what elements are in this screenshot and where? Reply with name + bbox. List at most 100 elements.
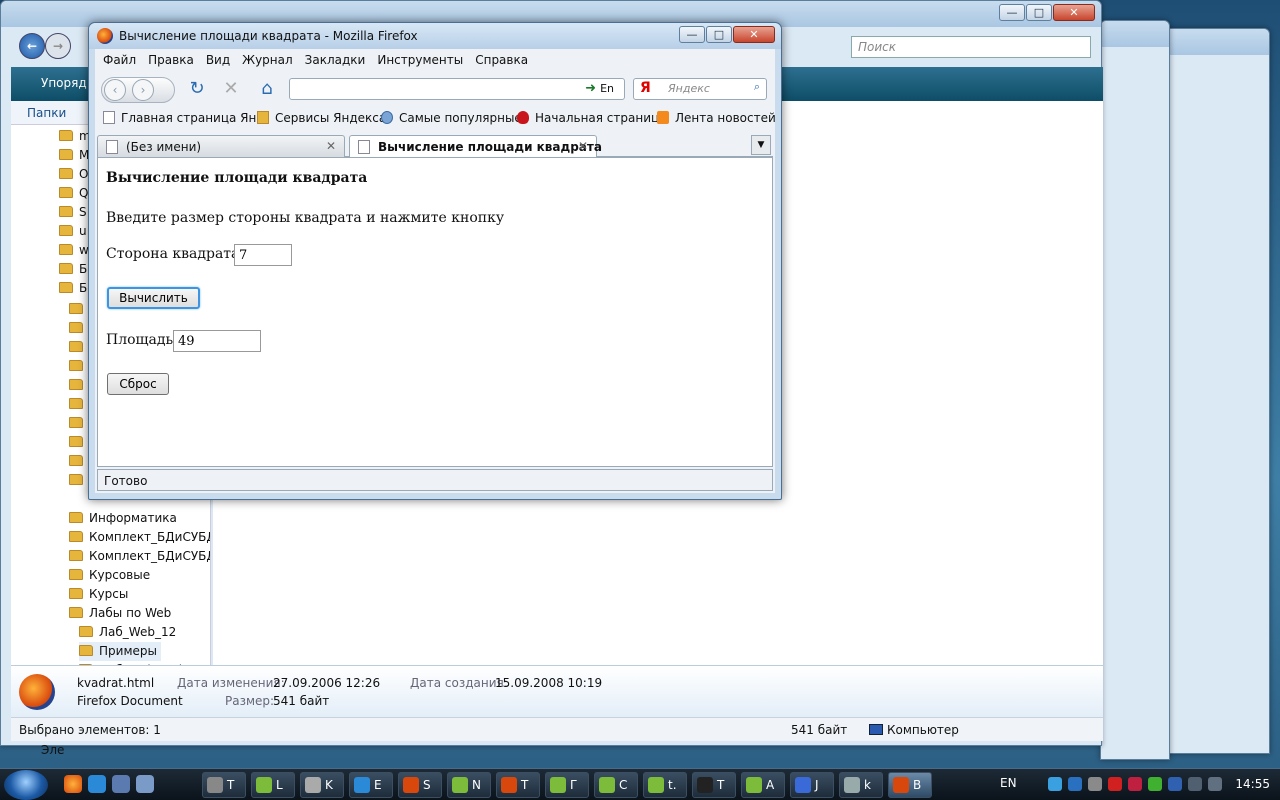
folder-icon[interactable]: [69, 455, 83, 466]
tree-item[interactable]: M: [59, 146, 89, 165]
tree-item[interactable]: Курсовые: [69, 566, 150, 585]
taskbar-button[interactable]: S: [398, 772, 442, 798]
tree-item[interactable]: Примеры: [79, 642, 161, 661]
back-arrow-icon[interactable]: ‹: [104, 79, 126, 101]
bookmark-news-feed[interactable]: Лента новостей: [657, 111, 776, 125]
ie-quicklaunch-icon[interactable]: [88, 775, 106, 793]
folder-icon[interactable]: [69, 398, 83, 409]
taskbar-button[interactable]: N: [447, 772, 491, 798]
menu-item[interactable]: Файл: [103, 53, 136, 67]
folder-icon[interactable]: [69, 322, 83, 333]
tree-item[interactable]: S: [59, 203, 87, 222]
search-icon[interactable]: ⌕: [754, 80, 760, 94]
folder-icon[interactable]: [69, 341, 83, 352]
update-icon[interactable]: [1068, 777, 1082, 791]
area-output[interactable]: [173, 330, 261, 352]
tray-icon[interactable]: [1088, 777, 1102, 791]
folder-icon[interactable]: [69, 436, 83, 447]
taskbar-button[interactable]: J: [790, 772, 834, 798]
tree-item[interactable]: O: [59, 165, 88, 184]
forward-arrow-icon[interactable]: →: [45, 33, 71, 59]
list-all-tabs-icon[interactable]: ▼: [751, 135, 771, 155]
tab-close-icon[interactable]: ✕: [578, 139, 588, 153]
tree-item[interactable]: m: [59, 127, 91, 146]
taskbar-button[interactable]: L: [251, 772, 295, 798]
tree-item[interactable]: Информатика: [69, 509, 177, 528]
tree-item[interactable]: u: [59, 222, 87, 241]
firefox-quicklaunch-icon[interactable]: [64, 775, 82, 793]
tray-icon-2[interactable]: [1168, 777, 1182, 791]
background-window-2[interactable]: [1100, 20, 1170, 760]
taskbar-button[interactable]: K: [300, 772, 344, 798]
antivirus-icon[interactable]: [1108, 777, 1122, 791]
network-icon[interactable]: [1048, 777, 1062, 791]
tree-item[interactable]: Комплект_БДиСУБД: [69, 528, 210, 547]
stop-icon[interactable]: ✕: [219, 77, 243, 101]
taskbar-button[interactable]: A: [741, 772, 785, 798]
bookmark-most-popular[interactable]: Самые популярные: [381, 111, 522, 125]
taskbar-button[interactable]: t.: [643, 772, 687, 798]
tab-close-icon[interactable]: ✕: [326, 139, 336, 153]
menu-item[interactable]: Журнал: [242, 53, 293, 67]
folder-icon[interactable]: [69, 303, 83, 314]
maximize-icon[interactable]: □: [706, 26, 732, 43]
back-arrow-icon[interactable]: ←: [19, 33, 45, 59]
tree-item[interactable]: Q: [59, 184, 88, 203]
firefox-window[interactable]: Вычисление площади квадрата - Mozilla Fi…: [88, 22, 782, 500]
tree-item[interactable]: Комплект_БДиСУБД: [69, 547, 210, 566]
organize-button[interactable]: Упоряд: [41, 76, 87, 90]
check-icon[interactable]: [1148, 777, 1162, 791]
close-icon[interactable]: ✕: [1053, 4, 1095, 21]
forward-arrow-icon[interactable]: ›: [132, 79, 154, 101]
bookmark-start-page[interactable]: Начальная страница: [517, 111, 667, 125]
folder-icon[interactable]: [69, 474, 83, 485]
maximize-icon[interactable]: □: [1026, 4, 1052, 21]
usb-icon[interactable]: [1188, 777, 1202, 791]
taskbar-button[interactable]: T: [692, 772, 736, 798]
taskbar-button[interactable]: T: [496, 772, 540, 798]
reset-button[interactable]: Сброс: [107, 373, 169, 395]
taskbar-button[interactable]: E: [349, 772, 393, 798]
taskbar-button[interactable]: k: [839, 772, 883, 798]
clock[interactable]: 14:55: [1235, 777, 1270, 791]
side-input[interactable]: [234, 244, 292, 266]
yandex-search-input[interactable]: Я Яндекс ⌕: [633, 78, 767, 100]
menu-item[interactable]: Закладки: [305, 53, 366, 67]
bookmark-yandex-home[interactable]: Главная страница Ян...: [103, 111, 268, 125]
folder-icon[interactable]: [69, 417, 83, 428]
tree-item[interactable]: Лабы по Web: [69, 604, 171, 623]
minimize-icon[interactable]: —: [999, 4, 1025, 21]
menu-item[interactable]: Справка: [475, 53, 528, 67]
taskbar-button[interactable]: Г: [545, 772, 589, 798]
home-icon[interactable]: ⌂: [255, 77, 279, 101]
tree-item[interactable]: w: [59, 241, 89, 260]
start-button-icon[interactable]: [4, 770, 48, 800]
volume-icon[interactable]: [1208, 777, 1222, 791]
tab-square-area[interactable]: Вычисление площади квадрата ✕: [349, 135, 602, 158]
folder-icon[interactable]: [69, 360, 83, 371]
tree-item[interactable]: Лаб_Web_12: [79, 623, 176, 642]
taskbar-button[interactable]: T: [202, 772, 246, 798]
reload-icon[interactable]: ↻: [185, 77, 209, 101]
address-bar[interactable]: ➜ En: [289, 78, 625, 100]
taskbar-button[interactable]: C: [594, 772, 638, 798]
taskbar-button[interactable]: B: [888, 772, 932, 798]
menu-item[interactable]: Вид: [206, 53, 230, 67]
explorer-quicklaunch-icon[interactable]: [112, 775, 130, 793]
language-indicator[interactable]: EN: [1000, 776, 1017, 790]
minimize-icon[interactable]: —: [679, 26, 705, 43]
close-icon[interactable]: ✕: [733, 26, 775, 43]
firefox-titlebar[interactable]: Вычисление площади квадрата - Mozilla Fi…: [89, 23, 781, 49]
explorer-search-input[interactable]: Поиск: [851, 36, 1091, 58]
compute-button[interactable]: Вычислить: [107, 287, 200, 309]
back-forward-buttons[interactable]: ‹ ›: [101, 77, 175, 103]
explorer-back-forward[interactable]: ← →: [19, 33, 73, 61]
kaspersky-icon[interactable]: [1128, 777, 1142, 791]
tab-untitled[interactable]: (Без имени) ✕: [97, 135, 345, 157]
tree-item[interactable]: Курсы: [69, 585, 128, 604]
folder-icon[interactable]: [69, 379, 83, 390]
desktop-quicklaunch-icon[interactable]: [136, 775, 154, 793]
menu-item[interactable]: Правка: [148, 53, 194, 67]
bookmark-yandex-services[interactable]: Сервисы Яндекса: [257, 111, 386, 125]
menu-item[interactable]: Инструменты: [377, 53, 463, 67]
